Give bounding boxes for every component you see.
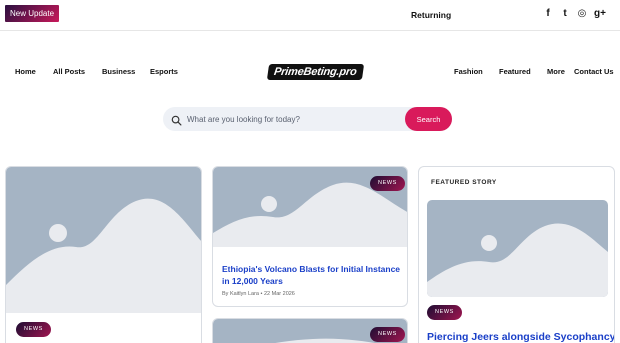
featured-story-title[interactable]: Piercing Jeers alongside Sycophancy, [427,331,614,343]
facebook-icon[interactable]: f [542,8,554,19]
nav-business[interactable]: Business [102,67,135,76]
search-button[interactable]: Search [405,107,452,131]
search-bar: Search [163,107,452,131]
nav-all-posts[interactable]: All Posts [53,67,85,76]
site-logo[interactable]: PrimeBeting.pro [266,64,364,80]
search-icon [171,113,182,126]
image-placeholder-icon [6,167,201,313]
nav-more[interactable]: More [547,67,565,76]
featured-story-heading: FEATURED STORY [431,179,497,186]
new-update-badge[interactable]: New Update [5,5,60,22]
category-tag[interactable]: NEWS [16,322,51,337]
nav-featured[interactable]: Featured [499,67,531,76]
category-tag[interactable]: NEWS [370,327,405,342]
search-input[interactable] [187,109,397,129]
category-tag[interactable]: NEWS [370,176,405,191]
post-title[interactable]: Ethiopia's Volcano Blasts for Initial In… [222,263,402,287]
instagram-icon[interactable]: ◎ [576,8,588,19]
google-plus-icon[interactable]: g+ [594,8,606,19]
post-card[interactable]: NEWS [5,166,202,343]
image-placeholder-icon [427,200,608,297]
news-ticker[interactable]: Returning to [411,10,451,20]
post-date: • 22 Mar 2026 [260,291,295,297]
top-bar: New Update Returning to f t ◎ g+ [0,0,620,31]
category-tag[interactable]: NEWS [427,305,462,320]
featured-story-panel: FEATURED STORY NEWS Piercing Jeers along… [418,166,615,343]
post-author[interactable]: By Kaitlyn Lara [222,291,259,297]
nav-fashion[interactable]: Fashion [454,67,483,76]
nav-esports[interactable]: Esports [150,67,178,76]
nav-home[interactable]: Home [15,67,36,76]
post-card[interactable]: NEWS [212,318,408,343]
twitter-icon[interactable]: t [559,8,571,19]
post-card[interactable]: NEWS Ethiopia's Volcano Blasts for Initi… [212,166,408,307]
nav-contact-us[interactable]: Contact Us [574,67,614,76]
